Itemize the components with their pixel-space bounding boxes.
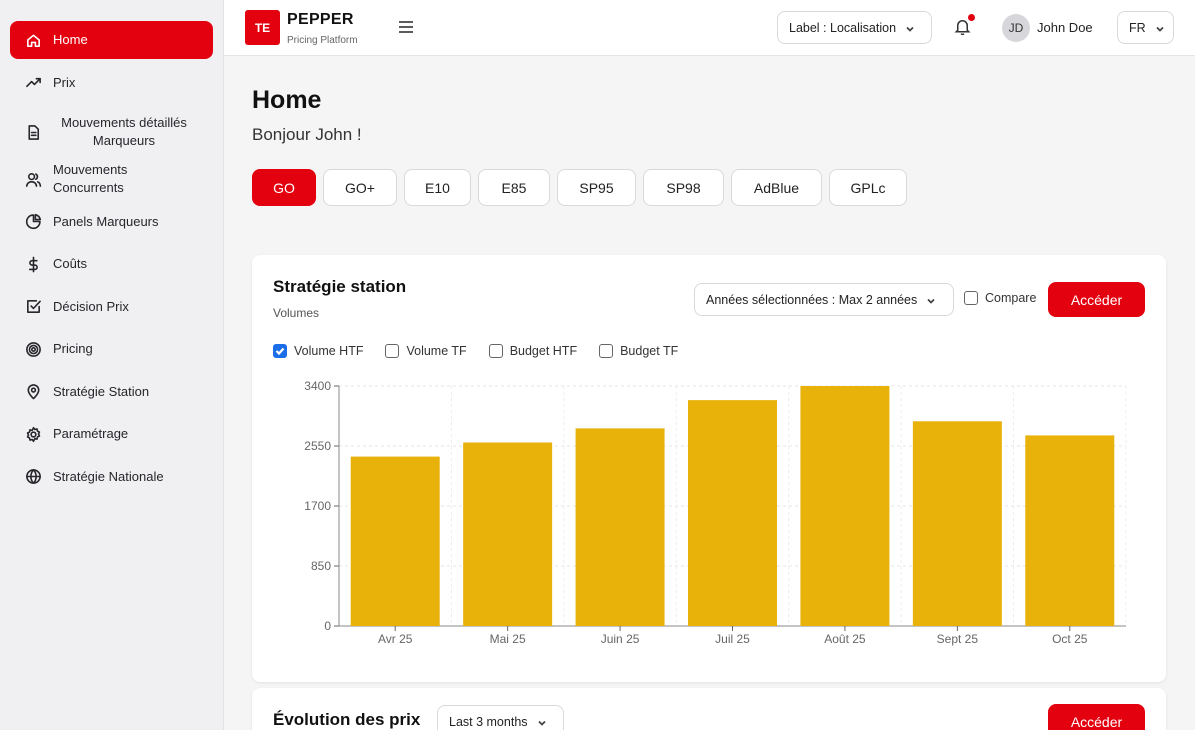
app-logo[interactable]: TE xyxy=(245,10,280,45)
x-tick-label: Oct 25 xyxy=(1052,632,1088,646)
fuel-tab-adblue[interactable]: AdBlue xyxy=(731,169,822,206)
sidebar-item-prix[interactable]: Prix xyxy=(10,64,213,102)
y-tick-label: 1700 xyxy=(304,499,331,513)
sidebar-item-label: Mouvements détaillés Marqueurs xyxy=(61,115,187,148)
page-title: Home xyxy=(252,86,322,114)
sidebar-item-label: Panels Marqueurs xyxy=(53,213,159,229)
language-select-value: FR xyxy=(1129,20,1146,35)
menu-toggle-icon[interactable] xyxy=(397,18,415,36)
app-subtitle: Pricing Platform xyxy=(287,35,358,46)
sidebar-item-label: Mouvements Concurrents xyxy=(53,162,128,195)
chevron-down-icon xyxy=(905,23,915,33)
bar[interactable] xyxy=(688,400,777,626)
sidebar-item-label: Paramétrage xyxy=(53,426,129,441)
bar[interactable] xyxy=(800,386,890,626)
app-name: PEPPER xyxy=(287,11,354,28)
price-evolution-card: Évolution des prix Last 3 months Accéder xyxy=(252,688,1166,730)
bar[interactable] xyxy=(350,456,440,626)
bar[interactable] xyxy=(575,428,665,626)
greeting: Bonjour John ! xyxy=(252,125,362,144)
x-tick-label: Avr 25 xyxy=(378,632,413,646)
strategy-station-card: Stratégie station Volumes Années sélecti… xyxy=(252,255,1166,682)
chevron-down-icon xyxy=(537,717,547,727)
target-icon xyxy=(24,340,42,358)
chevron-down-icon xyxy=(1155,23,1165,33)
x-tick-label: Juil 25 xyxy=(715,632,750,646)
checkbox-icon xyxy=(24,298,42,316)
pie-chart-icon xyxy=(24,213,42,231)
volume-bar-chart: 0 850 1700 2550 3400 Avr 25 Mai 25 Juin 25 Juil … xyxy=(304,379,1127,646)
y-tick-label: 0 xyxy=(324,619,331,633)
sidebar-item-home[interactable]: Home xyxy=(10,21,213,59)
sidebar: Home Prix Mouvements détaillés Marqueurs Mo… xyxy=(0,0,224,730)
sidebar-item-couts[interactable]: Coûts xyxy=(10,245,213,283)
fuel-tab-gplc[interactable]: GPLc xyxy=(829,169,907,206)
sidebar-item-mouvements-detailles-marqueurs[interactable]: Mouvements détaillés Marqueurs xyxy=(10,106,213,158)
globe-icon xyxy=(24,468,42,486)
sidebar-item-label: Prix xyxy=(53,74,76,90)
bar[interactable] xyxy=(1025,435,1115,626)
sidebar-item-label: Pricing xyxy=(53,341,93,356)
sidebar-item-parametrage[interactable]: Paramétrage xyxy=(10,415,213,453)
sidebar-item-panels-marqueurs[interactable]: Panels Marqueurs xyxy=(10,203,213,241)
fuel-tab-e85[interactable]: E85 xyxy=(478,169,550,206)
sidebar-item-label: Home xyxy=(53,32,88,47)
language-select[interactable]: FR xyxy=(1117,11,1174,44)
card-title: Évolution des prix xyxy=(273,710,421,729)
dollar-icon xyxy=(24,255,42,273)
fuel-tab-sp98[interactable]: SP98 xyxy=(643,169,724,206)
sidebar-item-strategie-station[interactable]: Stratégie Station xyxy=(10,373,213,411)
map-pin-icon xyxy=(24,383,42,401)
sidebar-item-label: Stratégie Nationale xyxy=(53,468,164,484)
user-name[interactable]: John Doe xyxy=(1037,20,1093,35)
location-select[interactable]: Label : Localisation xyxy=(777,11,932,44)
sidebar-item-mouvements-concurrents[interactable]: Mouvements Concurrents xyxy=(10,160,213,198)
trending-up-icon xyxy=(24,74,42,92)
document-icon xyxy=(24,123,42,141)
bar[interactable] xyxy=(912,421,1002,626)
y-tick-label: 3400 xyxy=(304,379,331,393)
x-tick-label: Sept 25 xyxy=(937,632,979,646)
users-icon xyxy=(24,170,42,188)
x-tick-label: Mai 25 xyxy=(490,632,526,646)
x-tick-label: Juin 25 xyxy=(601,632,640,646)
y-tick-label: 850 xyxy=(311,559,331,573)
sidebar-item-pricing[interactable]: Pricing xyxy=(10,330,213,368)
fuel-tab-e10[interactable]: E10 xyxy=(404,169,471,206)
access-button[interactable]: Accéder xyxy=(1048,704,1145,730)
sidebar-item-label: Décision Prix xyxy=(53,298,129,314)
home-icon xyxy=(24,31,42,49)
fuel-tab-go-plus[interactable]: GO+ xyxy=(323,169,397,206)
y-tick-label: 2550 xyxy=(304,439,331,453)
settings-icon xyxy=(24,425,42,443)
sidebar-item-decision-prix[interactable]: Décision Prix xyxy=(10,288,213,326)
sidebar-item-strategie-nationale[interactable]: Stratégie Nationale xyxy=(10,458,213,496)
fuel-tab-go[interactable]: GO xyxy=(252,169,316,206)
topbar: TE PEPPER Pricing Platform Label : Local… xyxy=(224,0,1195,56)
bar[interactable] xyxy=(463,442,553,626)
period-select-value: Last 3 months xyxy=(449,714,528,729)
fuel-tab-sp95[interactable]: SP95 xyxy=(557,169,636,206)
sidebar-item-label: Coûts xyxy=(53,256,87,271)
fuel-tabs: GO GO+ E10 E85 SP95 SP98 AdBlue GPLc xyxy=(252,169,914,206)
period-select[interactable]: Last 3 months xyxy=(437,705,564,730)
location-select-value: Label : Localisation xyxy=(789,20,897,35)
notification-badge xyxy=(968,14,975,21)
x-tick-label: Août 25 xyxy=(824,632,866,646)
avatar[interactable]: JD xyxy=(1002,14,1030,42)
sidebar-item-label: Stratégie Station xyxy=(53,383,150,399)
